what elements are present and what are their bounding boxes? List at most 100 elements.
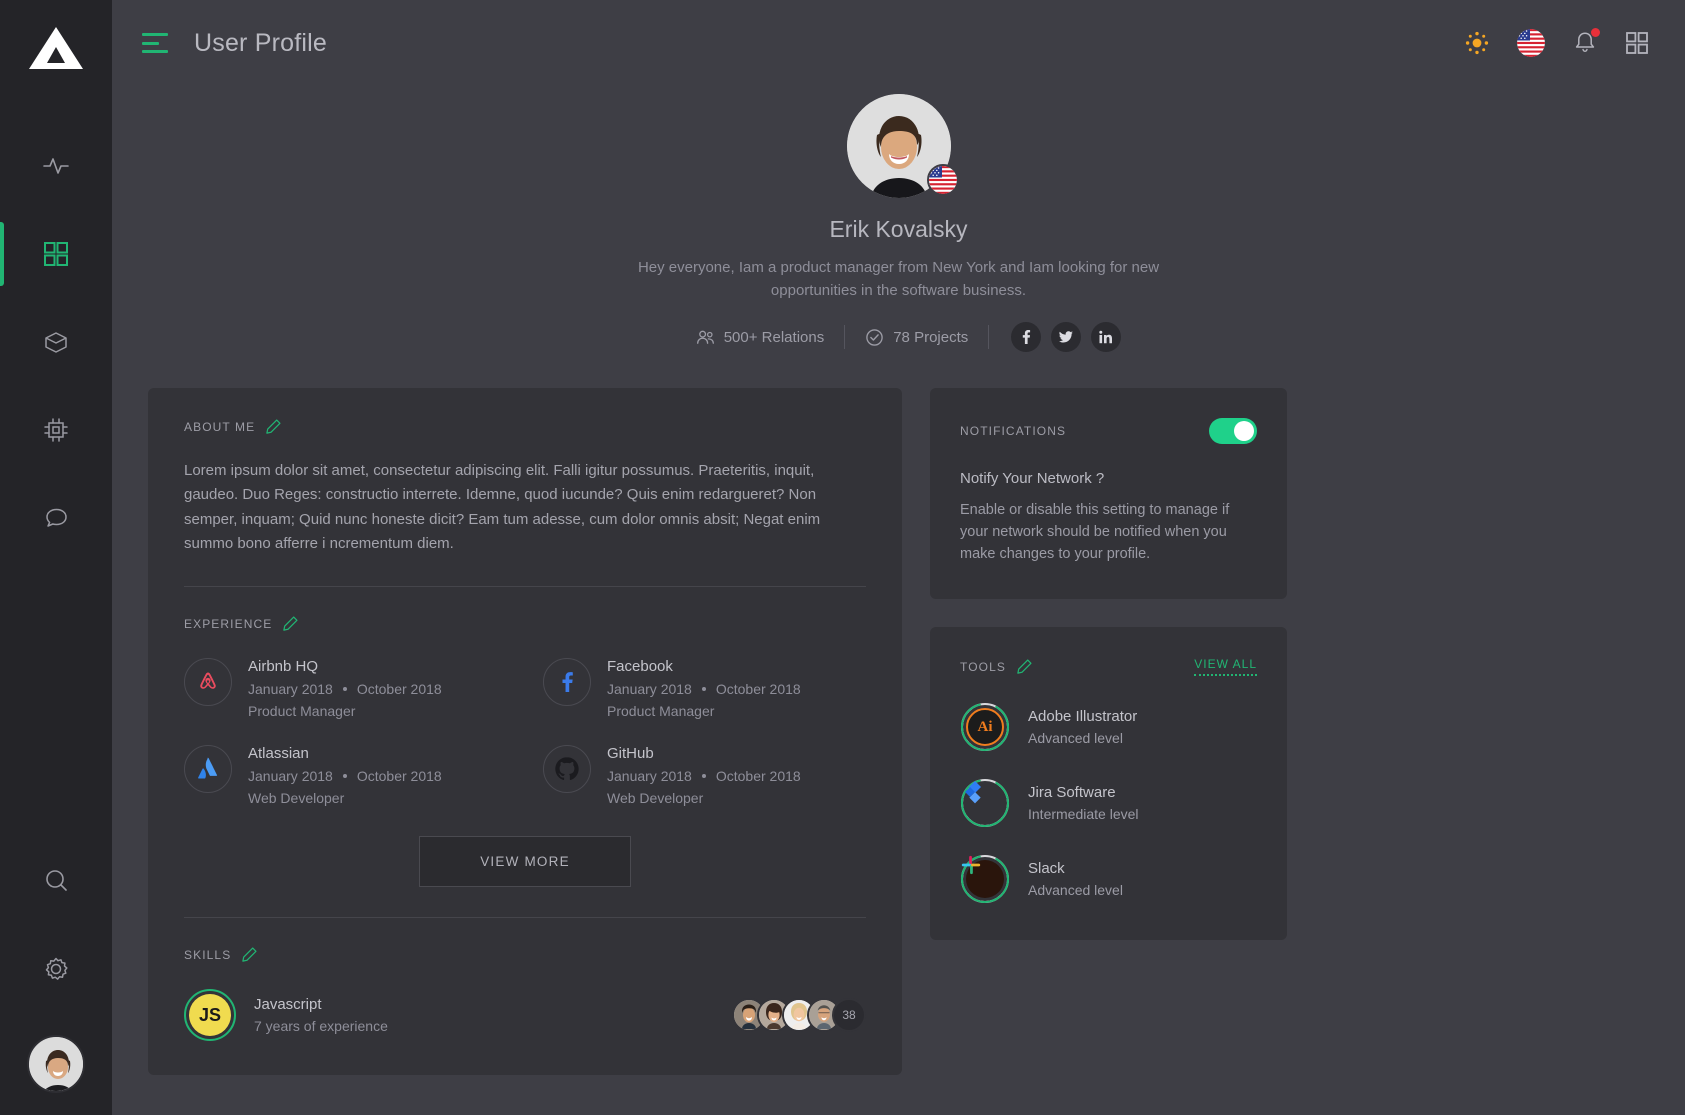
tool-item[interactable]: Slack Advanced level	[960, 854, 1257, 904]
stat-projects: 78 Projects	[845, 328, 988, 347]
tool-progress-ring	[960, 778, 1010, 828]
tool-level: Intermediate level	[1028, 806, 1139, 823]
skills-section-header: SKILLS	[184, 946, 866, 963]
dot-separator-icon	[342, 774, 347, 779]
profile-header: Erik Kovalsky Hey everyone, Iam a produc…	[112, 94, 1685, 352]
experience-item[interactable]: GitHub January 2018 October 2018 Web Dev…	[543, 745, 866, 806]
profile-stats: 500+ Relations 78 Projects	[112, 322, 1685, 352]
tool-meta: Slack Advanced level	[1028, 860, 1123, 898]
linkedin-icon[interactable]	[1091, 322, 1122, 352]
content-area: ABOUT ME Lorem ipsum dolor sit amet, con…	[112, 352, 1685, 1076]
notifications-description: Enable or disable this setting to manage…	[960, 502, 1230, 563]
hamburger-icon[interactable]	[142, 33, 168, 53]
sidebar-item-dashboard[interactable]	[0, 210, 112, 298]
tool-meta: Jira Software Intermediate level	[1028, 784, 1139, 822]
activity-pulse-icon	[43, 158, 69, 174]
skills-section: SKILLS JS Javascript 7 years of experien…	[184, 918, 866, 1075]
triangle-logo[interactable]	[25, 22, 87, 74]
notification-badge	[1591, 28, 1600, 37]
tools-card: TOOLS VIEW ALL Ai Adobe Illustrator Adva…	[930, 627, 1287, 941]
profile-bio: Hey everyone, Iam a product manager from…	[637, 259, 1160, 299]
right-column: NOTIFICATIONS Notify Your Network ? Enab…	[930, 388, 1287, 941]
pencil-icon[interactable]	[282, 615, 299, 632]
experience-list: Airbnb HQ January 2018 October 2018 Prod…	[184, 658, 866, 806]
sidebar-item-activity[interactable]	[0, 122, 112, 210]
experience-section-header: EXPERIENCE	[184, 615, 866, 632]
skill-experience: 7 years of experience	[254, 1018, 388, 1035]
page-title: User Profile	[194, 28, 327, 57]
tool-meta: Adobe Illustrator Advanced level	[1028, 708, 1137, 746]
left-column: ABOUT ME Lorem ipsum dolor sit amet, con…	[148, 388, 902, 1076]
tool-progress-ring: Ai	[960, 702, 1010, 752]
sidebar-item-messages[interactable]	[0, 474, 112, 562]
sun-icon[interactable]	[1465, 31, 1489, 55]
experience-dates: January 2018 October 2018	[248, 681, 442, 697]
app-root: User Profile Erik Kovalsky Hey everyone,…	[0, 0, 1685, 1115]
skill-name: Javascript	[254, 996, 322, 1014]
pencil-icon[interactable]	[265, 418, 282, 435]
about-text: Lorem ipsum dolor sit amet, consectetur …	[184, 462, 821, 552]
toggle-knob	[1234, 421, 1254, 441]
pencil-icon[interactable]	[241, 946, 258, 963]
avatar[interactable]	[846, 94, 959, 198]
gear-icon	[45, 957, 68, 980]
stat-projects-label: 78 Projects	[893, 328, 969, 346]
sidebar-item-settings[interactable]	[0, 925, 112, 1013]
experience-start: January 2018	[248, 681, 333, 698]
experience-role: Product Manager	[248, 703, 356, 720]
endorser-count[interactable]: 38	[832, 998, 866, 1033]
tools-header: TOOLS VIEW ALL	[960, 657, 1257, 677]
view-all-link[interactable]: VIEW ALL	[1194, 657, 1257, 677]
dot-separator-icon	[701, 687, 706, 692]
facebook-icon[interactable]	[1011, 322, 1042, 352]
experience-end: October 2018	[356, 768, 442, 785]
tool-item[interactable]: Jira Software Intermediate level	[960, 778, 1257, 828]
dot-separator-icon	[342, 687, 347, 692]
experience-item[interactable]: Facebook January 2018 October 2018 Produ…	[543, 658, 866, 719]
dot-separator-icon	[701, 774, 706, 779]
pencil-icon[interactable]	[1016, 658, 1033, 675]
experience-item[interactable]: Atlassian January 2018 October 2018 Web …	[184, 745, 507, 806]
sidebar-item-devices[interactable]	[0, 386, 112, 474]
grid-squares-icon	[44, 242, 68, 266]
profile-name: Erik Kovalsky	[829, 216, 968, 242]
tools-title: TOOLS	[960, 659, 1006, 674]
social-links	[989, 322, 1122, 352]
notifications-toggle[interactable]	[1209, 418, 1257, 444]
tool-progress-ring	[960, 854, 1010, 904]
experience-company: GitHub	[607, 745, 654, 763]
tool-name: Jira Software	[1028, 784, 1116, 802]
tool-level: Advanced level	[1028, 882, 1123, 899]
bell-icon[interactable]	[1573, 28, 1600, 56]
tool-level: Advanced level	[1028, 730, 1123, 747]
experience-company: Airbnb HQ	[248, 658, 319, 676]
airbnb-icon	[184, 658, 232, 707]
facebook-icon	[543, 658, 591, 707]
twitter-icon[interactable]	[1051, 322, 1082, 352]
view-more-button[interactable]: VIEW MORE	[419, 836, 631, 888]
skill-logo-text: JS	[189, 994, 231, 1037]
github-icon	[543, 745, 591, 794]
sidebar-item-packages[interactable]	[0, 298, 112, 386]
notifications-question: Notify Your Network ?	[960, 470, 1105, 487]
grid-apps-icon[interactable]	[1625, 31, 1649, 55]
experience-start: January 2018	[607, 681, 692, 698]
tool-item[interactable]: Ai Adobe Illustrator Advanced level	[960, 702, 1257, 752]
notifications-card: NOTIFICATIONS Notify Your Network ? Enab…	[930, 388, 1287, 600]
experience-dates: January 2018 October 2018	[607, 681, 801, 697]
notifications-header: NOTIFICATIONS	[960, 418, 1257, 444]
sidebar-bottom	[0, 837, 112, 1115]
sidebar-avatar[interactable]	[27, 1035, 85, 1093]
tool-name: Adobe Illustrator	[1028, 708, 1138, 726]
tool-name: Slack	[1028, 860, 1065, 878]
us-flag-icon[interactable]	[1517, 29, 1545, 57]
about-title: ABOUT ME	[184, 419, 256, 434]
users-icon	[696, 330, 714, 344]
skill-item[interactable]: JS Javascript 7 years of experience 38	[184, 989, 866, 1042]
experience-title: EXPERIENCE	[184, 616, 273, 631]
about-section-header: ABOUT ME	[184, 418, 866, 435]
chat-bubble-icon	[46, 508, 67, 527]
experience-item[interactable]: Airbnb HQ January 2018 October 2018 Prod…	[184, 658, 507, 719]
left-sidebar	[0, 0, 112, 1115]
sidebar-item-search[interactable]	[0, 837, 112, 925]
